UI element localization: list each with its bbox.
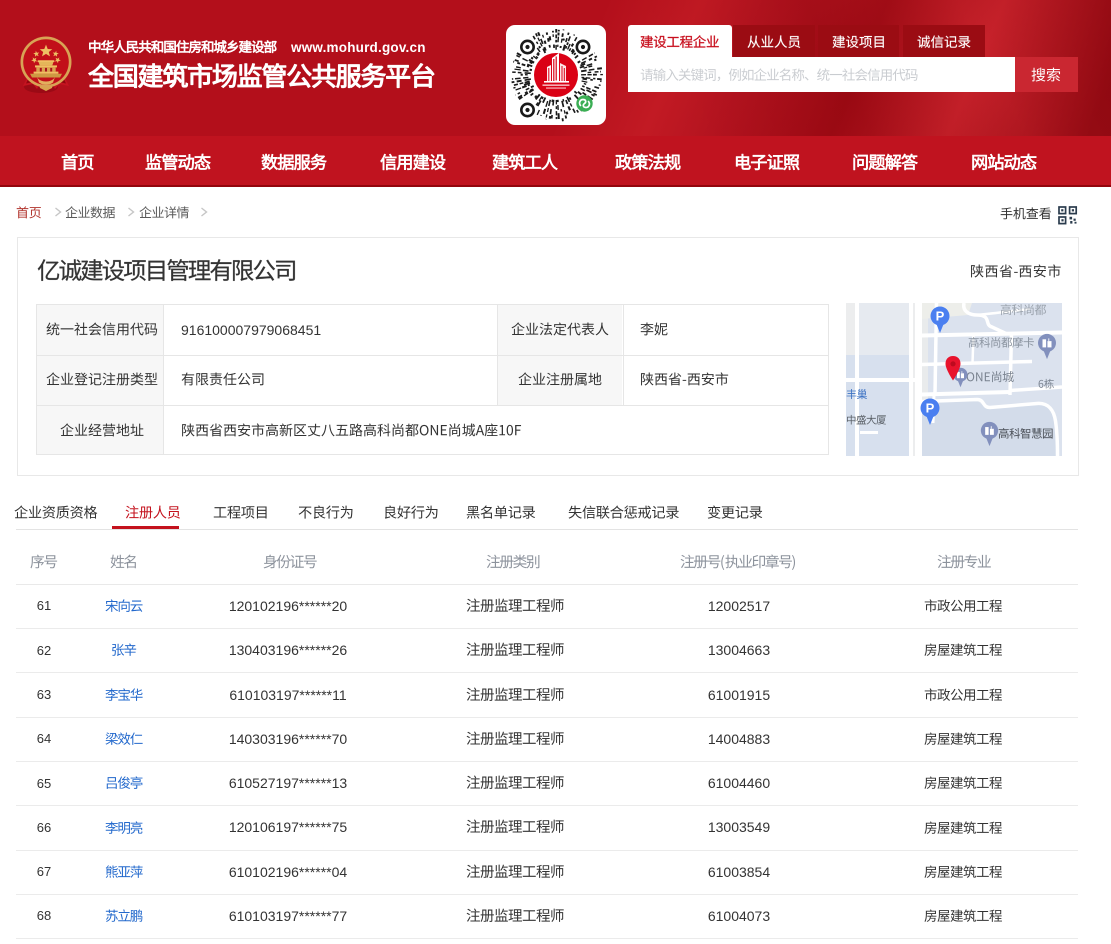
svg-text:P: P [926,401,935,416]
svg-text:P: P [936,309,945,324]
